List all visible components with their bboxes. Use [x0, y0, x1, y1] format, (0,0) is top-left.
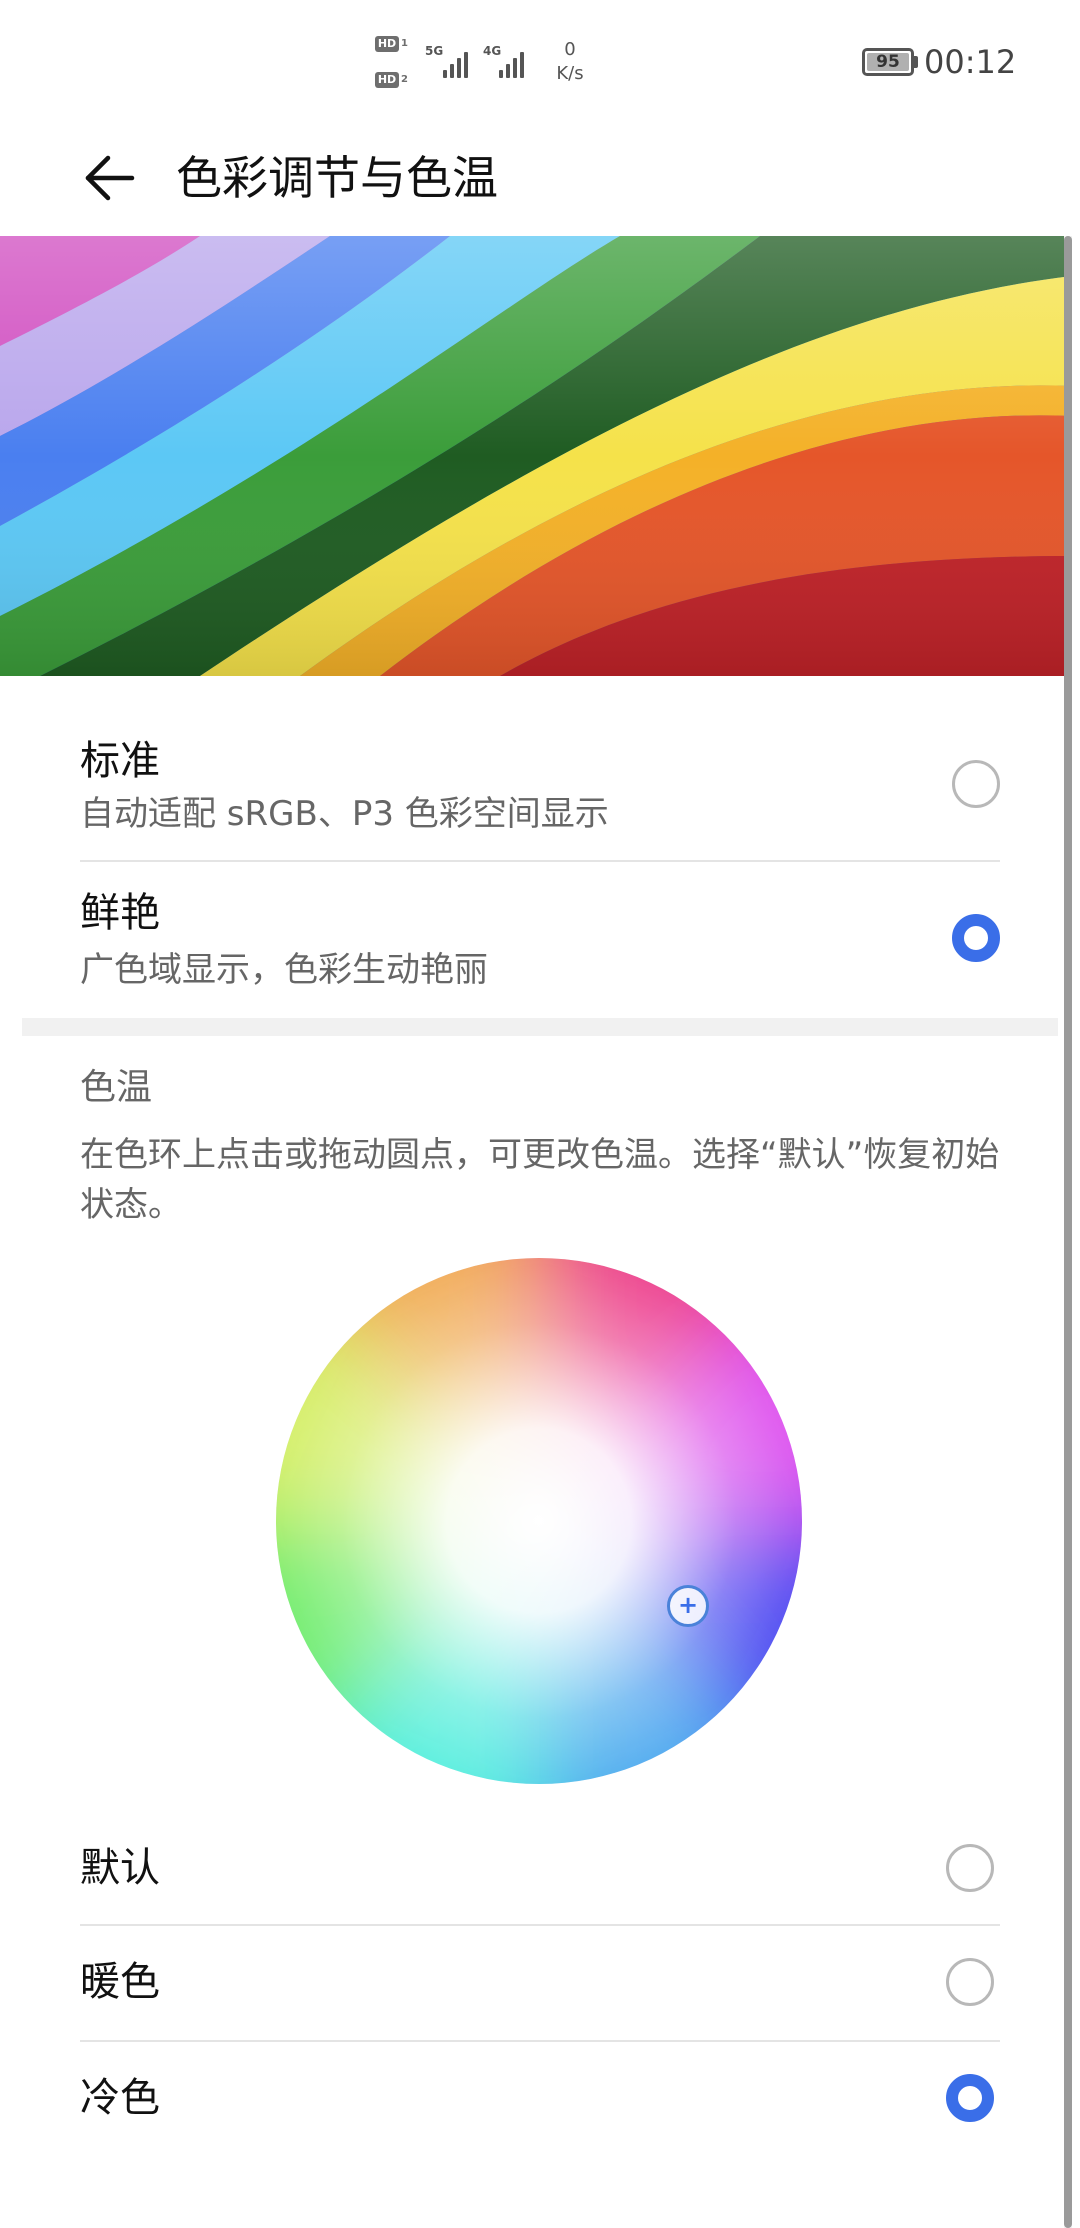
temp-option-warm[interactable]: 暖色: [80, 1926, 1000, 2042]
mode-title: 鲜艳: [80, 890, 160, 936]
mode-subtitle: 自动适配 sRGB、P3 色彩空间显示: [80, 794, 609, 834]
page-title: 色彩调节与色温: [176, 151, 498, 205]
radio-standard[interactable]: [952, 760, 1000, 808]
radio-cool[interactable]: [946, 2074, 994, 2122]
signal-bars-2-icon: [499, 48, 524, 78]
mode-option-standard[interactable]: 标准 自动适配 sRGB、P3 色彩空间显示: [80, 718, 1000, 860]
network-speed-unit: K/s: [556, 63, 584, 84]
sim1-index: 1: [401, 38, 408, 49]
radio-default[interactable]: [946, 1844, 994, 1892]
radio-warm[interactable]: [946, 1958, 994, 2006]
battery-icon: 95: [862, 48, 914, 76]
section-separator: [22, 1018, 1058, 1036]
mode-subtitle: 广色域显示，色彩生动艳丽: [80, 950, 488, 990]
battery-percent: 95: [876, 52, 900, 72]
temp-option-label: 默认: [80, 1845, 160, 1891]
back-button[interactable]: [70, 138, 150, 218]
status-time: 00:12: [924, 43, 1017, 81]
hd-sim2-badge: HD: [375, 72, 399, 88]
mode-option-vivid[interactable]: 鲜艳 广色域显示，色彩生动艳丽: [80, 862, 1000, 1012]
network-5g-label: 5G: [425, 44, 444, 58]
network-speed-value: 0: [564, 39, 576, 60]
signal-bars-1-icon: [443, 48, 468, 78]
arrow-left-icon: [85, 155, 135, 201]
radio-vivid[interactable]: [952, 914, 1000, 962]
temp-option-label: 冷色: [80, 2075, 160, 2121]
color-temp-description: 在色环上点击或拖动圆点，可更改色温。选择“默认”恢复初始状态。: [80, 1135, 1000, 1225]
color-preview-image: [0, 236, 1072, 676]
status-bar: HD 1 HD 2 5G 4G 0 K/s 95 00:12: [0, 0, 1080, 120]
temp-option-cool[interactable]: 冷色: [80, 2042, 1000, 2158]
color-temp-header: 色温: [80, 1067, 153, 1108]
network-speed: 0 K/s: [545, 38, 595, 86]
scrollbar-thumb[interactable]: [1064, 236, 1072, 2228]
color-wheel-graphic: [276, 1258, 802, 1784]
color-settings-screen: HD 1 HD 2 5G 4G 0 K/s 95 00:12 色彩调节与色温 标…: [0, 0, 1080, 2228]
temp-option-label: 暖色: [80, 1959, 160, 2005]
battery-tip: [914, 56, 918, 68]
temp-option-default[interactable]: 默认: [80, 1810, 1000, 1926]
signal-indicators: HD 1 HD 2 5G 4G 0 K/s: [375, 34, 595, 94]
rainbow-waves-image: [0, 236, 1072, 676]
hd-sim1-badge: HD: [375, 36, 399, 52]
app-bar: 色彩调节与色温: [0, 120, 1080, 236]
mode-title: 标准: [80, 738, 160, 784]
color-temperature-wheel[interactable]: [276, 1258, 802, 1784]
color-wheel-handle[interactable]: +: [667, 1585, 709, 1627]
sim2-index: 2: [401, 74, 408, 85]
